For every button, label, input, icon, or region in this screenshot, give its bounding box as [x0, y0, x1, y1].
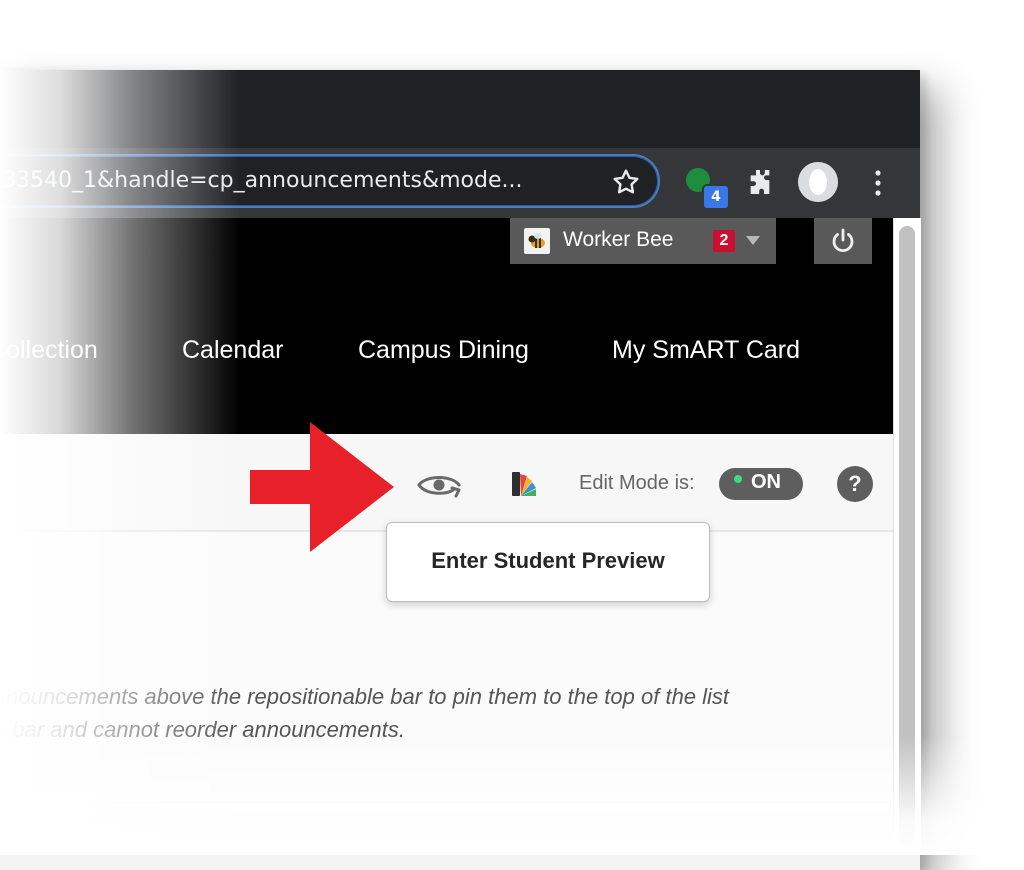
tooltip: Enter Student Preview — [386, 522, 710, 602]
browser-titlebar — [0, 70, 920, 148]
toggle-status-dot — [734, 475, 742, 483]
user-menu[interactable]: Worker Bee 2 — [510, 218, 776, 264]
edit-mode-toggle[interactable]: ON — [719, 468, 803, 500]
student-preview-eye-icon[interactable] — [416, 470, 462, 500]
nav-item-campus-dining[interactable]: Campus Dining — [358, 336, 529, 365]
scrollbar-thumb[interactable] — [899, 226, 915, 846]
address-bar-url[interactable]: 33540_1&handle=cp_announcements&mode... — [2, 168, 577, 193]
red-arrow-icon — [250, 422, 394, 552]
nav-item-calendar[interactable]: Calendar — [182, 336, 283, 365]
extension-badge: 4 — [702, 184, 730, 210]
content-divider — [0, 802, 893, 803]
scrollbar[interactable] — [893, 218, 921, 855]
bookmark-star-icon[interactable] — [610, 166, 642, 198]
info-text-line-2: e bar and cannot reorder announcements. — [0, 717, 405, 742]
edit-mode-state: ON — [751, 471, 781, 493]
color-palette-icon[interactable] — [508, 468, 540, 500]
bee-avatar-icon — [524, 228, 550, 254]
power-icon — [832, 228, 854, 253]
tooltip-text: Enter Student Preview — [431, 548, 665, 573]
user-name: Worker Bee — [563, 228, 674, 251]
browser-menu-icon[interactable] — [868, 168, 888, 198]
chevron-down-icon[interactable] — [746, 236, 760, 245]
notification-badge[interactable]: 2 — [713, 230, 735, 252]
nav-item-collection[interactable]: Collection — [0, 336, 98, 365]
info-text-line-1: nnouncements above the repositionable ba… — [0, 684, 730, 709]
profile-avatar-icon[interactable] — [798, 162, 838, 202]
logout-button[interactable] — [814, 218, 872, 264]
edit-mode-label: Edit Mode is: — [579, 472, 695, 494]
nav-item-my-smart-card[interactable]: My SmART Card — [612, 336, 800, 365]
help-icon[interactable]: ? — [837, 466, 873, 502]
extensions-puzzle-icon[interactable] — [744, 166, 776, 198]
